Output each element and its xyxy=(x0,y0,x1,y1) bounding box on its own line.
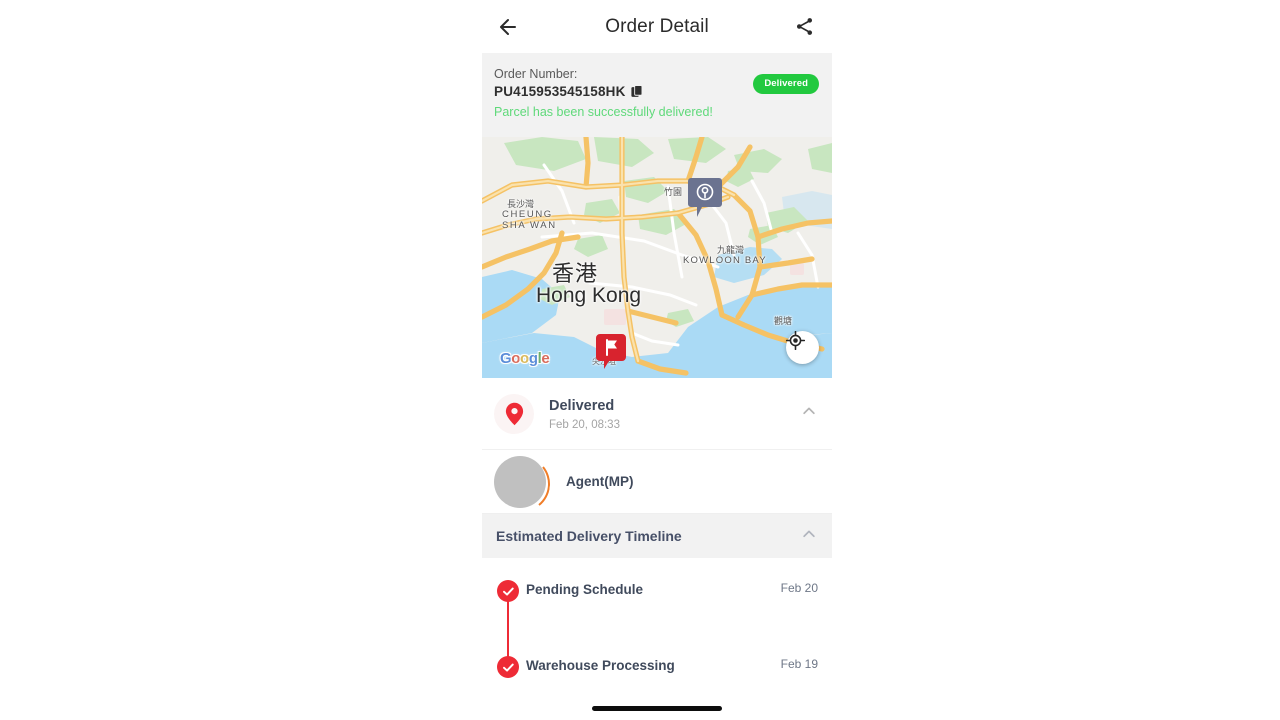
agent-row[interactable]: Agent(MP) xyxy=(482,450,832,514)
page-title: Order Detail xyxy=(605,15,709,37)
google-letter-o1: o xyxy=(511,350,521,367)
timeline-body: Pending Schedule Feb 20 Warehouse Proces… xyxy=(482,558,832,696)
status-pin-badge xyxy=(494,393,534,434)
timeline-item[interactable]: Pending Schedule Feb 20 xyxy=(482,580,832,660)
google-letter-g2: g xyxy=(528,350,538,367)
status-collapse-toggle[interactable] xyxy=(800,402,818,425)
status-badge: Delivered xyxy=(753,74,819,94)
order-number-value: PU415953545158HK xyxy=(494,84,626,99)
timeline-item-name: Pending Schedule xyxy=(526,582,644,597)
chevron-up-icon xyxy=(803,530,815,537)
order-summary-card: Order Number: PU415953545158HK Parcel ha… xyxy=(482,53,832,137)
google-attribution: Google xyxy=(500,350,550,367)
map-pin-marker-icon xyxy=(688,178,722,217)
my-location-icon xyxy=(786,331,805,350)
status-timestamp: Feb 20, 08:33 xyxy=(549,418,620,431)
timeline-item-date: Feb 20 xyxy=(780,581,818,595)
arrow-left-icon xyxy=(500,18,516,35)
timeline-collapse-toggle[interactable] xyxy=(800,525,818,548)
timeline-header[interactable]: Estimated Delivery Timeline xyxy=(482,514,832,558)
home-indicator xyxy=(592,706,722,711)
timeline-title: Estimated Delivery Timeline xyxy=(496,528,682,544)
location-pin-icon xyxy=(505,402,523,425)
check-circle-icon xyxy=(497,656,519,678)
status-title: Delivered xyxy=(549,397,615,414)
map-canvas xyxy=(482,137,832,378)
back-button[interactable] xyxy=(491,10,525,44)
delivery-status-row[interactable]: Delivered Feb 20, 08:33 xyxy=(482,378,832,450)
map-view[interactable]: 竹園 長沙灣 CHEUNG SHA WAN 九龍灣 KOWLOON BAY 觀塘… xyxy=(482,137,832,378)
copy-icon[interactable] xyxy=(630,84,644,99)
google-letter-o2: o xyxy=(520,350,529,367)
timeline-connector xyxy=(507,598,509,660)
agent-name: Agent(MP) xyxy=(566,474,634,489)
timeline-item[interactable]: Warehouse Processing Feb 19 xyxy=(482,656,832,696)
avatar xyxy=(494,455,546,508)
chevron-up-icon xyxy=(803,407,815,415)
share-icon xyxy=(796,18,812,35)
flag-marker-icon xyxy=(596,334,626,369)
check-glyph xyxy=(502,587,514,596)
status-text-block: Delivered Feb 20, 08:33 xyxy=(549,397,800,431)
google-letter-e: e xyxy=(541,350,550,367)
share-button[interactable] xyxy=(787,10,821,44)
google-letter-g1: G xyxy=(500,350,512,367)
delivery-message: Parcel has been successfully delivered! xyxy=(494,105,713,119)
check-glyph xyxy=(502,663,514,672)
copy-glyph xyxy=(630,84,642,97)
my-location-button[interactable] xyxy=(786,331,819,364)
timeline-item-name: Warehouse Processing xyxy=(526,658,675,673)
app-header: Order Detail xyxy=(482,0,832,53)
phone-screen: Order Detail Order Number: PU41595354515… xyxy=(482,0,832,720)
check-circle-icon xyxy=(497,580,519,602)
timeline-item-date: Feb 19 xyxy=(780,657,818,671)
